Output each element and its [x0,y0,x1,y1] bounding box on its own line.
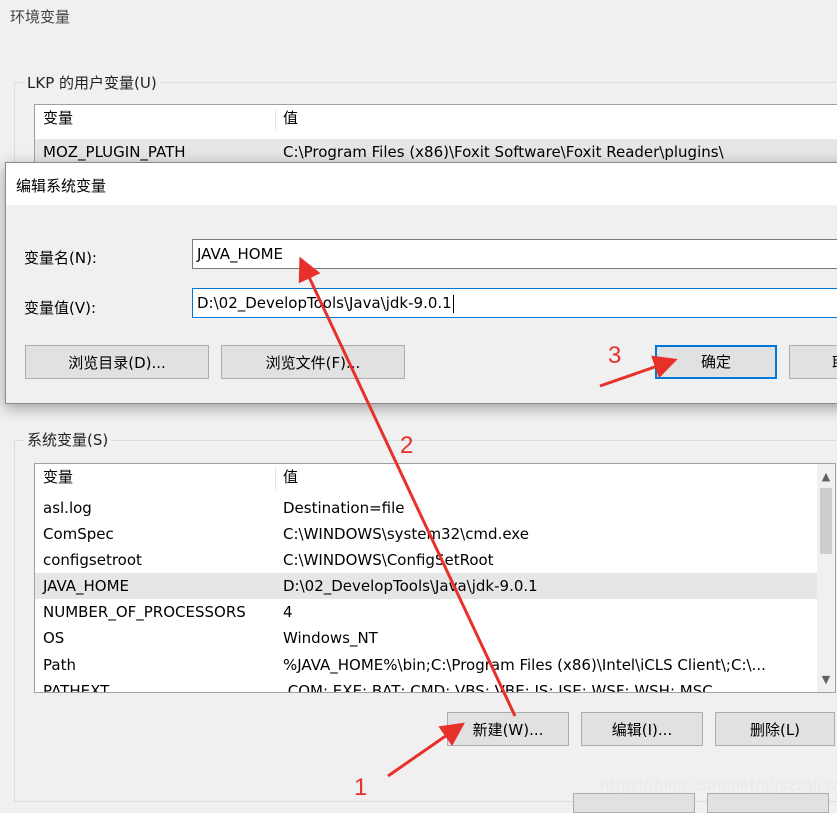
annotation-label-2: 2 [400,432,414,459]
cancel-button[interactable]: 取 [789,345,837,379]
table-row[interactable]: OS Windows_NT [35,625,835,651]
annotation-label-1: 1 [354,774,368,801]
system-var-name: NUMBER_OF_PROCESSORS [43,603,246,621]
table-row-selected[interactable]: JAVA_HOME D:\02_DevelopTools\Java\jdk-9.… [35,573,835,599]
window-title: 环境变量 [10,8,71,26]
header-divider [275,468,276,490]
delete-button[interactable]: 删除(L) [715,712,835,746]
system-var-value: Windows_NT [283,629,378,647]
cancel-button-main[interactable] [707,793,829,813]
edit-button[interactable]: 编辑(I)... [581,712,703,746]
table-row[interactable]: PATHEXT .COM;.EXE;.BAT;.CMD;.VBS;.VBE;.J… [35,678,835,693]
user-vars-group-label: LKP 的用户变量(U) [24,72,160,93]
system-vars-scrollbar[interactable]: ▲ ▼ [817,464,835,692]
system-var-value: 4 [283,603,293,621]
variable-name-label: 变量名(N): [24,249,97,267]
text-caret [452,294,454,313]
ok-button-main[interactable] [573,793,695,813]
system-var-name: ComSpec [43,525,114,543]
variable-name-field[interactable]: JAVA_HOME [192,239,837,269]
system-var-name: OS [43,629,65,647]
table-row[interactable]: Path %JAVA_HOME%\bin;C:\Program Files (x… [35,652,835,678]
system-vars-header-value[interactable]: 值 [277,464,298,490]
dialog-titlebar[interactable]: 编辑系统变量 [6,163,837,205]
system-vars-header-name[interactable]: 变量 [37,464,73,490]
table-row[interactable]: NUMBER_OF_PROCESSORS 4 [35,599,835,625]
system-var-value: Destination=file [283,499,405,517]
table-row[interactable]: asl.log Destination=file [35,495,835,521]
ok-button[interactable]: 确定 [655,345,777,379]
system-var-name: Path [43,656,76,674]
variable-value-label: 变量值(V): [24,299,97,317]
watermark: https://blog.csdn.net/qljazzqljazz [600,778,837,794]
user-vars-header-name[interactable]: 变量 [37,105,73,131]
user-vars-header: 变量 值 [35,105,837,131]
system-vars-header: 变量 值 [35,464,835,490]
variable-value-field[interactable]: D:\02_DevelopTools\Java\jdk-9.0.1 [192,288,837,318]
system-var-name: PATHEXT [43,682,110,693]
scroll-up-icon[interactable]: ▲ [818,470,834,483]
edit-system-variable-dialog: 编辑系统变量 变量名(N): JAVA_HOME 变量值(V): D:\02_D… [5,162,837,404]
table-row[interactable]: configsetroot C:\WINDOWS\ConfigSetRoot [35,547,835,573]
browse-file-button[interactable]: 浏览文件(F)... [221,345,405,379]
system-var-value: D:\02_DevelopTools\Java\jdk-9.0.1 [283,577,538,595]
system-var-name: configsetroot [43,551,142,569]
scroll-down-icon[interactable]: ▼ [818,673,834,686]
system-var-name: JAVA_HOME [43,577,130,595]
system-var-value: C:\WINDOWS\ConfigSetRoot [283,551,494,569]
annotation-label-3: 3 [608,342,622,369]
new-button[interactable]: 新建(W)... [447,712,569,746]
system-var-value: .COM;.EXE;.BAT;.CMD;.VBS;.VBE;.JS;.JSE;.… [283,682,713,693]
scroll-thumb[interactable] [820,488,832,554]
system-vars-group-label: 系统变量(S) [24,429,112,450]
system-var-value: C:\WINDOWS\system32\cmd.exe [283,525,529,543]
dialog-title: 编辑系统变量 [16,177,107,195]
system-var-name: asl.log [43,499,92,517]
variable-value-text: D:\02_DevelopTools\Java\jdk-9.0.1 [197,294,452,312]
header-divider [275,109,276,131]
system-var-value: %JAVA_HOME%\bin;C:\Program Files (x86)\I… [283,656,766,674]
table-row[interactable]: ComSpec C:\WINDOWS\system32\cmd.exe [35,521,835,547]
system-vars-list[interactable]: 变量 值 asl.log Destination=file ComSpec C:… [34,463,836,693]
browse-directory-button[interactable]: 浏览目录(D)... [25,345,209,379]
user-vars-header-value[interactable]: 值 [277,105,298,131]
